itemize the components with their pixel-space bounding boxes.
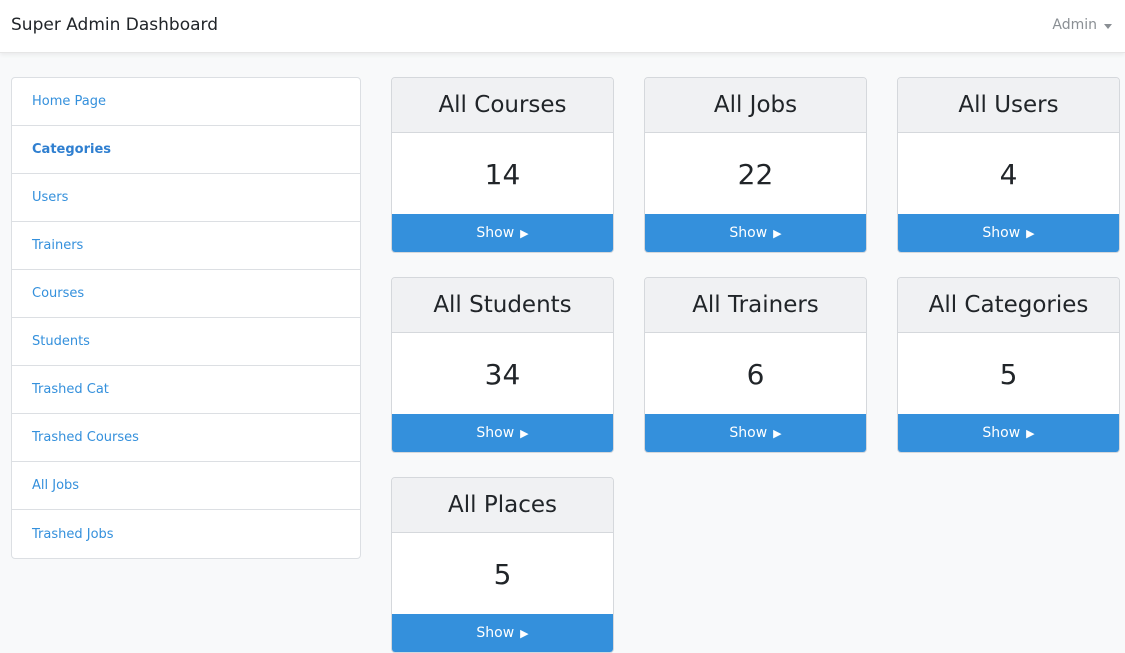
play-icon: ▶ bbox=[520, 626, 529, 640]
sidebar-item-trashed-jobs[interactable]: Trashed Jobs bbox=[12, 510, 360, 558]
button-label: Show bbox=[476, 625, 515, 641]
card-title: All Categories bbox=[898, 278, 1119, 333]
card-title: All Places bbox=[392, 478, 613, 533]
card-title: All Trainers bbox=[645, 278, 866, 333]
sidebar-item-categories[interactable]: Categories bbox=[12, 126, 360, 174]
sidebar-item-trainers[interactable]: Trainers bbox=[12, 222, 360, 270]
sidebar-item-label: Users bbox=[32, 190, 69, 205]
card-title: All Courses bbox=[392, 78, 613, 133]
user-dropdown[interactable]: Admin bbox=[1052, 17, 1112, 33]
top-navbar: Super Admin Dashboard Admin bbox=[0, 0, 1125, 53]
sidebar-item-label: Trashed Cat bbox=[32, 382, 109, 397]
show-button[interactable]: Show ▶ bbox=[392, 414, 613, 452]
card-title: All Students bbox=[392, 278, 613, 333]
show-button[interactable]: Show ▶ bbox=[645, 414, 866, 452]
stat-card-users: All Users 4 Show ▶ bbox=[897, 77, 1120, 253]
sidebar-menu: Home Page Categories Users Trainers Cour… bbox=[11, 77, 361, 559]
sidebar-item-trashed-courses[interactable]: Trashed Courses bbox=[12, 414, 360, 462]
card-title: All Jobs bbox=[645, 78, 866, 133]
stat-card-trainers: All Trainers 6 Show ▶ bbox=[644, 277, 867, 453]
sidebar-item-label: Courses bbox=[32, 286, 85, 301]
button-label: Show bbox=[729, 225, 768, 241]
play-icon: ▶ bbox=[520, 426, 529, 440]
sidebar-item-all-jobs[interactable]: All Jobs bbox=[12, 462, 360, 510]
sidebar-item-label: Trashed Jobs bbox=[32, 526, 114, 542]
sidebar-item-label: Categories bbox=[32, 142, 112, 157]
stat-card-jobs: All Jobs 22 Show ▶ bbox=[644, 77, 867, 253]
stat-card-places: All Places 5 Show ▶ bbox=[391, 477, 614, 653]
button-label: Show bbox=[982, 425, 1021, 441]
sidebar-item-trashed-cat[interactable]: Trashed Cat bbox=[12, 366, 360, 414]
stat-card-categories: All Categories 5 Show ▶ bbox=[897, 277, 1120, 453]
sidebar-item-label: Home Page bbox=[32, 94, 106, 109]
button-label: Show bbox=[982, 225, 1021, 241]
show-button[interactable]: Show ▶ bbox=[645, 214, 866, 252]
play-icon: ▶ bbox=[520, 226, 529, 240]
sidebar-item-label: Students bbox=[32, 334, 90, 349]
button-label: Show bbox=[476, 425, 515, 441]
play-icon: ▶ bbox=[1026, 426, 1035, 440]
sidebar-item-label: Trainers bbox=[32, 238, 84, 253]
user-name: Admin bbox=[1052, 17, 1097, 33]
play-icon: ▶ bbox=[773, 426, 782, 440]
show-button[interactable]: Show ▶ bbox=[898, 214, 1119, 252]
play-icon: ▶ bbox=[1026, 226, 1035, 240]
chevron-down-icon bbox=[1104, 23, 1112, 29]
play-icon: ▶ bbox=[773, 226, 782, 240]
show-button[interactable]: Show ▶ bbox=[898, 414, 1119, 452]
sidebar-item-users[interactable]: Users bbox=[12, 174, 360, 222]
show-button[interactable]: Show ▶ bbox=[392, 214, 613, 252]
card-count: 14 bbox=[484, 157, 521, 191]
card-count: 5 bbox=[999, 357, 1018, 391]
card-count: 34 bbox=[484, 357, 521, 391]
card-count: 6 bbox=[746, 357, 765, 391]
show-button[interactable]: Show ▶ bbox=[392, 614, 613, 652]
card-count: 4 bbox=[999, 157, 1018, 191]
app-title[interactable]: Super Admin Dashboard bbox=[11, 15, 218, 35]
sidebar-item-home-page[interactable]: Home Page bbox=[12, 78, 360, 126]
sidebar-item-students[interactable]: Students bbox=[12, 318, 360, 366]
sidebar-item-courses[interactable]: Courses bbox=[12, 270, 360, 318]
stat-card-students: All Students 34 Show ▶ bbox=[391, 277, 614, 453]
button-label: Show bbox=[476, 225, 515, 241]
sidebar-item-label: All Jobs bbox=[32, 478, 80, 493]
stat-card-courses: All Courses 14 Show ▶ bbox=[391, 77, 614, 253]
card-count: 22 bbox=[737, 157, 774, 191]
button-label: Show bbox=[729, 425, 768, 441]
card-count: 5 bbox=[493, 557, 512, 591]
card-title: All Users bbox=[898, 78, 1119, 133]
sidebar-item-label: Trashed Courses bbox=[32, 430, 139, 445]
